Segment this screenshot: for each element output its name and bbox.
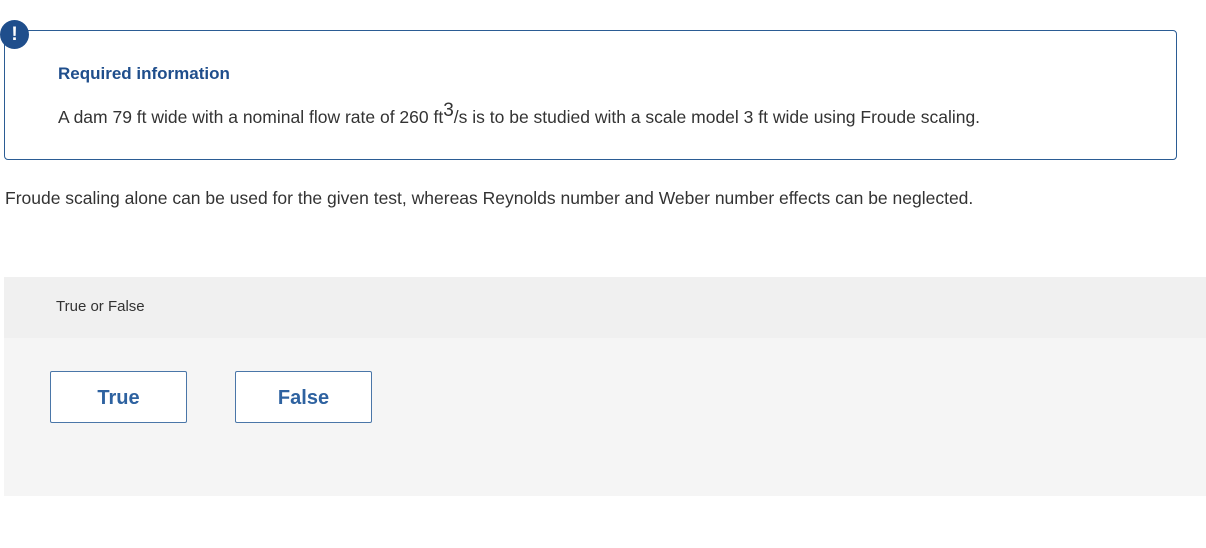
true-button[interactable]: True (50, 371, 187, 423)
question-text: Froude scaling alone can be used for the… (5, 188, 974, 208)
info-text: A dam 79 ft wide with a nominal flow rat… (58, 101, 981, 128)
required-information-box: Required information A dam 79 ft wide wi… (4, 30, 1177, 160)
info-text-before: A dam 79 ft wide with a nominal flow rat… (58, 107, 444, 127)
alert-symbol: ! (11, 24, 18, 45)
exclamation-icon: ! (0, 20, 29, 49)
info-title: Required information (58, 64, 230, 83)
info-superscript: 3 (443, 100, 454, 121)
answer-header: True or False (4, 277, 1206, 338)
answer-type-label: True or False (56, 298, 145, 315)
page: ! Required information A dam 79 ft wide … (0, 0, 1206, 548)
info-text-after: /s is to be studied with a scale model 3… (453, 107, 981, 127)
false-button[interactable]: False (235, 371, 372, 423)
answer-panel: True or False True False (4, 277, 1206, 496)
